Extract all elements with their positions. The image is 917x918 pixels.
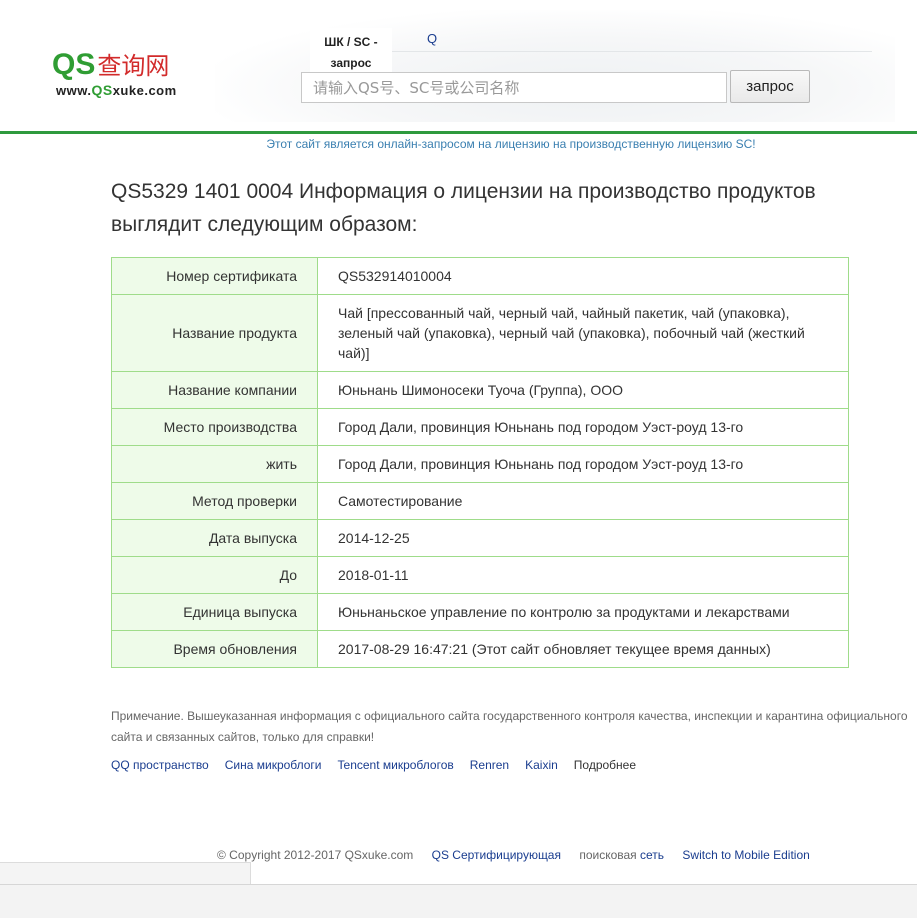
row-label: Название продукта [111,294,318,372]
share-links: QQ пространство Сина микроблоги Tencent ми… [111,758,636,772]
footer-mobile-edition-link[interactable]: Switch to Mobile Edition [682,848,809,862]
share-sina-weibo-link[interactable]: Сина микроблоги [225,758,322,772]
search-button[interactable]: запрос [730,70,810,103]
row-value: Город Дали, провинция Юньнань под городо… [317,445,849,483]
footer-network-link[interactable]: сеть [640,848,664,862]
row-label: Дата выпуска [111,519,318,557]
table-row: До 2018-01-11 [111,556,849,594]
table-row: Метод проверки Самотестирование [111,482,849,520]
disclaimer-note: Примечание. Вышеуказанная информация с о… [111,709,908,744]
footer-qs-cert-link[interactable]: QS Сертифицирующая [432,848,561,862]
row-value: QS532914010004 [317,257,849,295]
site-footer: © Copyright 2012-2017 QSxuke.com QS Серт… [217,848,810,862]
header-divider [0,131,917,134]
footer-copyright: © Copyright 2012-2017 QSxuke.com [217,848,414,862]
row-value: 2017-08-29 16:47:21 (Этот сайт обновляет… [317,630,849,668]
row-label: Место производства [111,408,318,446]
search-input[interactable] [301,72,727,103]
table-row: Название продукта Чай [прессованный чай,… [111,294,849,372]
share-kaixin-link[interactable]: Kaixin [525,758,558,772]
row-value: Юньнань Шимоносеки Туоча (Группа), ООО [317,371,849,409]
share-more-link[interactable]: Подробнее [574,758,636,772]
license-info-table: Номер сертификата QS532914010004 Названи… [111,257,849,668]
row-value: 2018-01-11 [317,556,849,594]
row-label: Метод проверки [111,482,318,520]
logo-url: www.QSxuke.com [56,82,177,98]
logo-chinese-text: 查询网 [97,52,170,80]
table-row: Место производства Город Дали, провинция… [111,408,849,446]
tab-sc-query-label: ШК / SC - запрос [324,35,378,70]
row-label: жить [111,445,318,483]
row-label: До [111,556,318,594]
row-value: Юньнаньское управление по контролю за пр… [317,593,849,631]
row-value: 2014-12-25 [317,519,849,557]
share-tencent-weibo-link[interactable]: Tencent микроблогов [338,758,454,772]
row-label: Единица выпуска [111,593,318,631]
row-label: Время обновления [111,630,318,668]
row-value: Город Дали, провинция Юньнань под городо… [317,408,849,446]
share-qzone-link[interactable]: QQ пространство [111,758,209,772]
browser-bottom-bar [0,884,917,918]
page-title: QS5329 1401 0004 Информация о лицензии н… [111,180,816,236]
table-row: Номер сертификата QS532914010004 [111,257,849,295]
footer-search-text: поисковая [579,848,637,862]
site-logo[interactable]: QS查询网 www.QSxuke.com [52,46,212,104]
tab-q[interactable]: Q [427,31,437,46]
row-label: Название компании [111,371,318,409]
row-label: Номер сертификата [111,257,318,295]
share-renren-link[interactable]: Renren [470,758,509,772]
tab-divider [392,51,872,52]
row-value: Самотестирование [317,482,849,520]
table-row: Название компании Юньнань Шимоносеки Туо… [111,371,849,409]
horizontal-scrollbar[interactable] [0,862,251,884]
site-notice: Этот сайт является онлайн-запросом на ли… [266,137,756,151]
site-header: QS查询网 www.QSxuke.com ШК / SC - запрос Q … [0,0,917,131]
logo-mark: QS [52,48,96,81]
tab-sc-query[interactable]: ШК / SC - запрос [310,28,392,74]
table-row: Единица выпуска Юньнаньское управление п… [111,593,849,631]
table-row: Дата выпуска 2014-12-25 [111,519,849,557]
row-value: Чай [прессованный чай, черный чай, чайны… [317,294,849,372]
table-row: Время обновления 2017-08-29 16:47:21 (Эт… [111,630,849,668]
table-row: жить Город Дали, провинция Юньнань под г… [111,445,849,483]
